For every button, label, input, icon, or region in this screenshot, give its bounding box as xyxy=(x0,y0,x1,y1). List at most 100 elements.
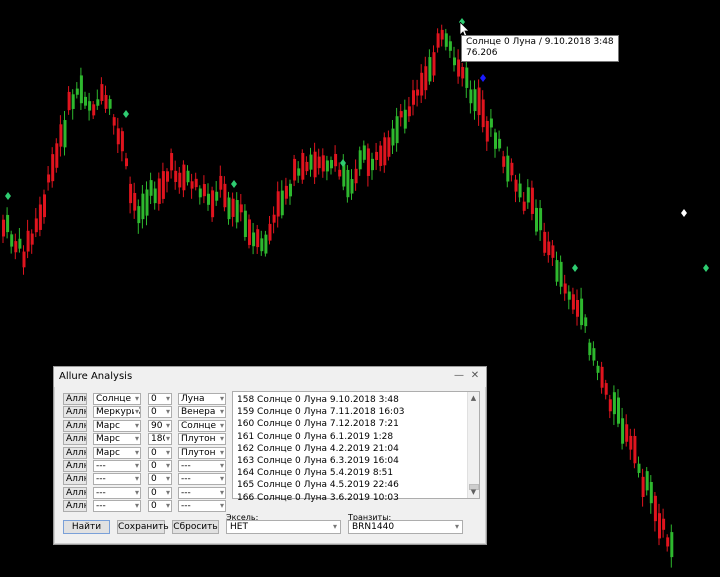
planet2-combo[interactable]: Плутон xyxy=(178,433,226,446)
planet1-combo[interactable]: --- xyxy=(93,486,141,499)
reset-button[interactable]: Сбросить xyxy=(172,520,219,534)
close-icon[interactable]: ✕ xyxy=(468,369,482,383)
planet1-combo[interactable]: --- xyxy=(93,500,141,513)
candle-body xyxy=(116,128,120,145)
candle-body xyxy=(79,75,83,104)
planet1-combo[interactable]: Марс xyxy=(93,446,141,459)
allure-toggle-button[interactable]: Аллю xyxy=(63,419,87,432)
candle-body xyxy=(104,94,108,109)
allure-toggle-button[interactable]: Аллю xyxy=(63,393,87,405)
candle-body xyxy=(395,116,399,144)
planet2-combo[interactable]: Венера xyxy=(178,406,226,419)
candle-body xyxy=(252,232,256,247)
candle-body xyxy=(215,191,219,201)
planet2-combo[interactable]: Луна xyxy=(178,393,226,405)
list-item[interactable]: 163 Солнце 0 Луна 6.3.2019 16:04 xyxy=(237,455,399,467)
degree-combo[interactable]: 0 xyxy=(148,500,172,513)
planet2-combo[interactable]: --- xyxy=(178,486,226,499)
candle-body xyxy=(567,291,571,300)
planet2-combo[interactable]: Плутон xyxy=(178,446,226,459)
allure-analysis-dialog[interactable]: Allure Analysis — ✕ Аллю Солнце 0 Луна Аллю М… xyxy=(53,366,487,545)
save-button[interactable]: Сохранить xyxy=(117,520,169,534)
candle-body xyxy=(518,183,522,198)
results-listbox[interactable]: 158 Солнце 0 Луна 9.10.2018 3:48 159 Солн… xyxy=(232,391,480,503)
list-item[interactable]: 161 Солнце 0 Луна 6.1.2019 1:28 xyxy=(237,431,393,443)
list-item[interactable]: 166 Солнце 0 Луна 3.6.2019 10:03 xyxy=(237,492,399,504)
minimize-icon[interactable]: — xyxy=(452,369,466,383)
event-marker-icon[interactable] xyxy=(572,264,578,272)
candle-body xyxy=(485,120,489,142)
candle-body xyxy=(293,158,297,181)
candle-body xyxy=(2,219,5,237)
candle-body xyxy=(18,238,22,249)
candle-body xyxy=(330,160,333,169)
candle-body xyxy=(125,158,128,167)
degree-combo[interactable]: 0 xyxy=(148,446,172,459)
planet2-combo[interactable]: --- xyxy=(178,460,226,472)
candle-body xyxy=(551,245,555,258)
candle-body xyxy=(317,156,321,169)
candle-body xyxy=(194,178,198,188)
allure-toggle-button[interactable]: Аллю xyxy=(63,473,87,486)
candle-body xyxy=(342,163,346,187)
transits-select[interactable]: BRN1440 xyxy=(348,520,463,534)
candle-body xyxy=(313,151,317,178)
degree-combo[interactable]: 0 xyxy=(148,406,172,419)
allure-toggle-button[interactable]: Аллю xyxy=(63,460,87,472)
planet1-combo[interactable]: --- xyxy=(93,460,141,472)
list-item[interactable]: 165 Солнце 0 Луна 4.5.2019 22:46 xyxy=(237,479,399,491)
degree-combo[interactable]: 90 xyxy=(148,419,172,432)
planet1-combo[interactable]: Меркурий xyxy=(93,406,141,419)
list-item[interactable]: 158 Солнце 0 Луна 9.10.2018 3:48 xyxy=(237,394,399,406)
allure-toggle-button[interactable]: Аллю xyxy=(63,433,87,446)
list-item[interactable]: 159 Солнце 0 Луна 7.11.2018 16:03 xyxy=(237,406,405,418)
candle-body xyxy=(284,185,288,199)
planet1-combo[interactable]: Марс xyxy=(93,419,141,432)
planet1-combo[interactable]: Марс xyxy=(93,433,141,446)
dialog-titlebar[interactable]: Allure Analysis — ✕ xyxy=(54,367,486,387)
degree-combo[interactable]: 0 xyxy=(148,486,172,499)
allure-toggle-button[interactable]: Аллю xyxy=(63,500,87,513)
candle-body xyxy=(375,151,379,160)
event-marker-icon[interactable] xyxy=(703,264,709,272)
planet2-combo[interactable]: --- xyxy=(178,500,226,513)
list-item[interactable]: 162 Солнце 0 Луна 4.2.2019 21:04 xyxy=(237,443,399,455)
candle-body xyxy=(243,210,247,238)
event-marker-icon[interactable] xyxy=(123,110,129,118)
candle-body xyxy=(526,187,530,203)
scroll-up-icon[interactable]: ▲ xyxy=(469,393,478,403)
list-item[interactable]: 164 Солнце 0 Луна 5.4.2019 8:51 xyxy=(237,467,393,479)
event-marker-icon[interactable] xyxy=(480,74,486,82)
allure-toggle-button[interactable]: Аллю xyxy=(63,446,87,459)
allure-toggle-button[interactable]: Аллю xyxy=(63,486,87,499)
candle-body xyxy=(580,298,584,326)
event-marker-icon[interactable] xyxy=(681,209,687,217)
degree-combo[interactable]: 0 xyxy=(148,473,172,486)
planet1-combo[interactable]: --- xyxy=(93,473,141,486)
scroll-down-icon[interactable]: ▼ xyxy=(469,487,478,497)
candle-body xyxy=(407,106,411,117)
candle-body xyxy=(10,234,14,247)
candle-body xyxy=(662,518,666,530)
allure-toggle-button[interactable]: Аллю xyxy=(63,406,87,419)
degree-combo[interactable]: 0 xyxy=(148,460,172,472)
results-scrollbar[interactable]: ▲ ▼ xyxy=(467,392,479,498)
planet2-combo[interactable]: --- xyxy=(178,473,226,486)
list-item[interactable]: 160 Солнце 0 Луна 7.12.2018 7:21 xyxy=(237,418,399,430)
planet2-combo[interactable]: Солнце xyxy=(178,419,226,432)
planet1-combo[interactable]: Солнце xyxy=(93,393,141,405)
candle-body xyxy=(444,33,448,47)
event-marker-icon[interactable] xyxy=(5,192,11,200)
event-marker-icon[interactable] xyxy=(231,180,237,188)
candle-body xyxy=(133,192,137,211)
candle-body xyxy=(96,99,100,106)
excel-select[interactable]: НЕТ xyxy=(226,520,341,534)
find-button[interactable]: Найти xyxy=(63,520,110,534)
candle-body xyxy=(592,348,596,361)
candle-body xyxy=(539,208,543,231)
candle-body xyxy=(75,88,79,95)
candle-body xyxy=(428,57,432,82)
candle-body xyxy=(412,90,415,105)
degree-combo[interactable]: 180 xyxy=(148,433,172,446)
degree-combo[interactable]: 0 xyxy=(148,393,172,405)
